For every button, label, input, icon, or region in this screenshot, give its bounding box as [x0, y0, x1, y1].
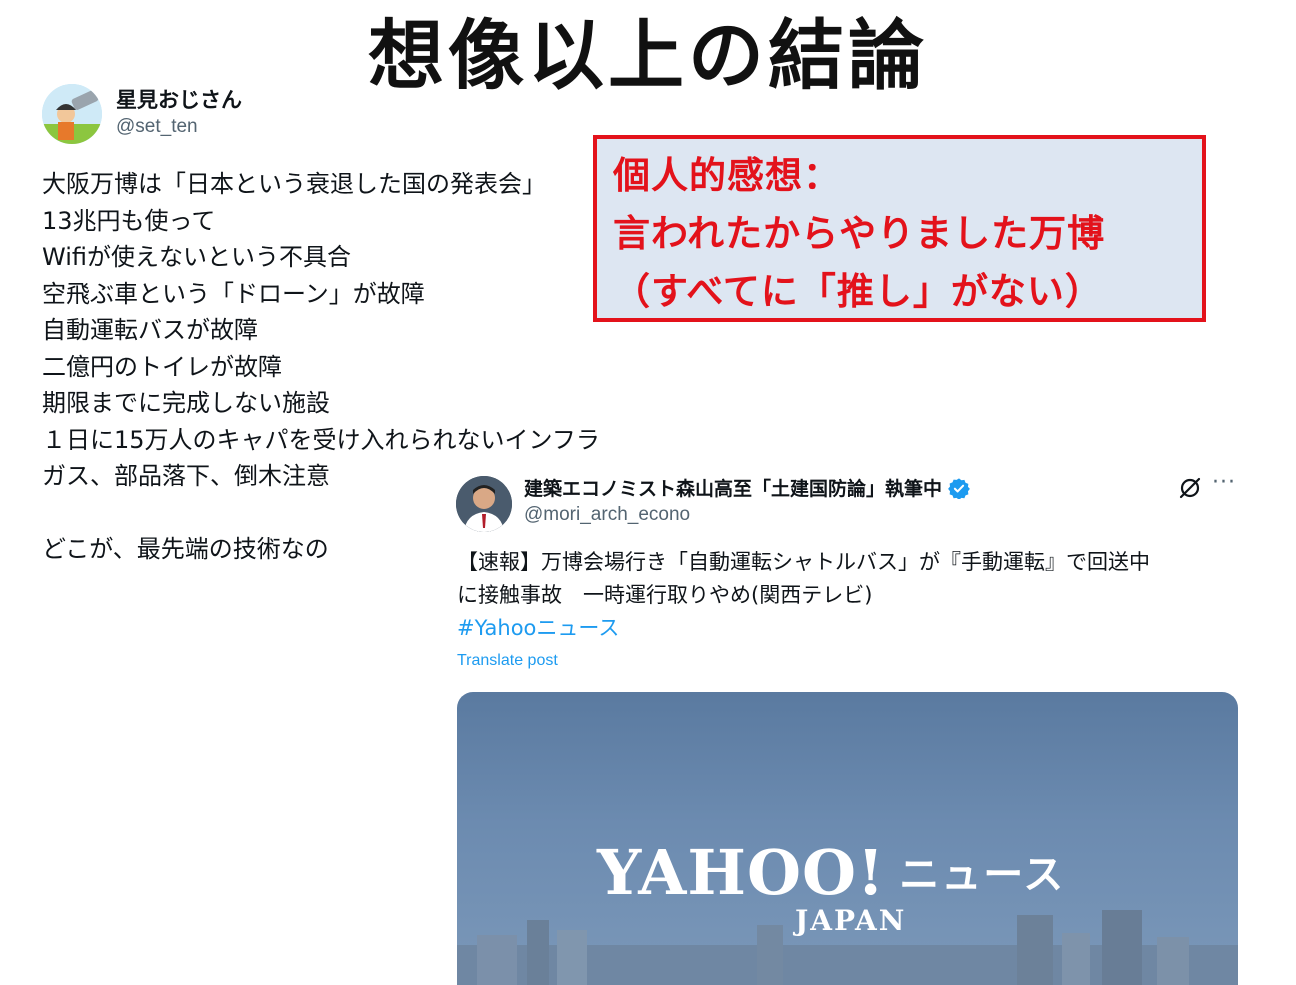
tweet1-line: 期限までに完成しない施設 — [42, 389, 330, 417]
avatar-photo — [456, 476, 512, 532]
tweet2-text-line: に接触事故 一時運行取りやめ(関西テレビ) — [457, 583, 873, 607]
tweet1-line: １日に15万人のキャパを受け入れられないインフラ — [42, 425, 600, 454]
hashtag-link[interactable]: #Yahooニュース — [457, 612, 1247, 645]
tweet1-line: 二億円のトイレが故障 — [42, 352, 282, 381]
translate-post-link[interactable]: Translate post — [457, 652, 558, 670]
link-preview-card[interactable]: YAHOO! ニュース JAPAN — [457, 692, 1238, 985]
callout-line: （すべてに「推し」がない） — [613, 270, 1103, 313]
avatar[interactable] — [42, 84, 102, 144]
tweet1-line: 13兆円も使って — [42, 206, 216, 235]
embedded-tweet[interactable]: 建築エコノミスト森山高至「土建国防論」執筆中 @mori_arch_econo … — [440, 462, 1256, 985]
callout-line: 個人的感想： — [613, 154, 841, 197]
callout-line: 言われたからやりました万博 — [613, 212, 1106, 255]
tweet2-text-line: 【速報】万博会場行き「自動運転シャトルバス」が『手動運転』で回送中 — [457, 550, 1150, 574]
tweet2-handle[interactable]: @mori_arch_econo — [524, 504, 690, 526]
tweet2-display-name[interactable]: 建築エコノミスト森山高至「土建国防論」執筆中 — [524, 474, 970, 501]
opinion-callout: 個人的感想： 言われたからやりました万博 （すべてに「推し」がない） — [593, 135, 1206, 322]
tweet2-name-text: 建築エコノミスト森山高至「土建国防論」執筆中 — [524, 478, 943, 500]
avatar-illustration — [42, 84, 102, 144]
logo-japan: JAPAN — [795, 904, 907, 937]
tweet1-handle[interactable]: @set_ten — [116, 116, 198, 138]
avatar[interactable] — [456, 476, 512, 532]
tweet1-line: 自動運転バスが故障 — [42, 316, 258, 344]
yahoo-news-logo: YAHOO! ニュース JAPAN — [597, 842, 1066, 938]
tweet2-text: 【速報】万博会場行き「自動運転シャトルバス」が『手動運転』で回送中 に接触事故 … — [457, 546, 1247, 645]
more-options-icon[interactable]: ··· — [1212, 470, 1236, 495]
grok-icon[interactable] — [1178, 476, 1202, 500]
logo-word: YAHOO! — [597, 836, 886, 909]
logo-news: ニュース — [899, 852, 1066, 898]
tweet1-line: 空飛ぶ車という「ドローン」が故障 — [42, 279, 425, 308]
tweet1-display-name[interactable]: 星見おじさん — [116, 84, 242, 114]
tweet1-line: 大阪万博は「日本という衰退した国の発表会」 — [42, 170, 546, 198]
verified-badge-icon — [948, 477, 970, 499]
tweet1-line: Wifiが使えないという不具合 — [42, 243, 351, 271]
